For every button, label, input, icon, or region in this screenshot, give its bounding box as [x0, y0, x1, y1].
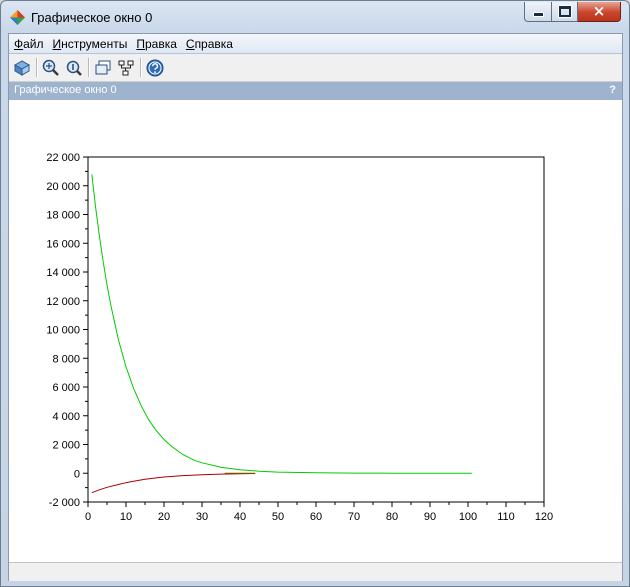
series-layer [91, 174, 472, 494]
y-tick-label: 6 000 [52, 382, 80, 394]
x-tick-label: 70 [348, 511, 360, 523]
maximize-button[interactable] [552, 2, 578, 22]
window-controls: × [524, 2, 621, 22]
x-tick-label: 0 [85, 511, 91, 523]
graphic-panel-header: Графическое окно 0 ? [9, 82, 622, 100]
line-chart: -2 000 0 2 000 4 000 6 000 8 000 10 000 12 000 1… [46, 152, 553, 523]
y-tick-label: -2 000 [49, 497, 80, 509]
x-tick-label: 100 [459, 511, 477, 523]
menu-edit-label: равка [144, 36, 177, 51]
data-tip-icon [118, 60, 134, 75]
close-button[interactable]: × [578, 2, 621, 22]
menu-file-label: айл [23, 36, 44, 51]
axes-editor-icon [95, 60, 111, 74]
zoom-fit-button[interactable] [63, 57, 85, 78]
menu-help[interactable]: Справка [181, 37, 237, 51]
help-icon [146, 59, 164, 76]
panel-help-icon[interactable]: ? [609, 84, 616, 96]
y-tick-label: 14 000 [46, 267, 80, 279]
toolbar-separator [140, 58, 142, 77]
window-client-area: Файл Инструменты Правка Справка Графичес… [8, 33, 623, 581]
y-tick-label: 20 000 [46, 181, 80, 193]
axes-editor-button[interactable] [92, 57, 114, 78]
y-tick-label: 18 000 [46, 210, 80, 222]
menu-file-accel: Ф [14, 36, 24, 51]
menu-bar: Файл Инструменты Правка Справка [9, 34, 622, 54]
data-tip-button[interactable] [115, 57, 137, 78]
x-tick-label: 40 [234, 511, 246, 523]
x-tick-label: 50 [272, 511, 284, 523]
x-tick-label: 110 [497, 511, 515, 523]
close-icon: × [592, 2, 606, 20]
help-button[interactable] [144, 57, 166, 78]
x-tick-label: 20 [158, 511, 170, 523]
title-bar[interactable]: Графическое окно 0 × [1, 1, 629, 33]
toolbar [9, 54, 622, 82]
panel-title: Графическое окно 0 [14, 84, 117, 96]
x-tick-label: 90 [424, 511, 436, 523]
y-axis-ticks: -2 000 0 2 000 4 000 6 000 8 000 10 000 12 000 1… [46, 152, 88, 509]
x-axis-ticks: 0 10 20 30 40 50 60 70 80 90 100 110 120 [85, 502, 553, 523]
y-tick-label: 2 000 [52, 440, 80, 452]
menu-tools-label: нструменты [61, 36, 128, 51]
menu-help-accel: С [185, 36, 195, 51]
menu-tools[interactable]: Инструменты [48, 37, 132, 51]
zoom-in-button[interactable] [40, 57, 62, 78]
axes-frame [87, 156, 545, 503]
window-title: Графическое окно 0 [31, 10, 153, 25]
toolbar-separator [88, 58, 90, 77]
zoom-fit-icon [66, 60, 82, 76]
status-bar [9, 562, 622, 581]
y-tick-label: 12 000 [46, 296, 80, 308]
minimize-button[interactable] [524, 2, 552, 22]
series-line-2 [91, 473, 256, 494]
y-tick-label: 22 000 [46, 152, 80, 164]
menu-help-label: правка [194, 36, 233, 51]
series-line-1 [91, 174, 472, 474]
x-tick-label: 120 [535, 511, 553, 523]
x-tick-label: 80 [386, 511, 398, 523]
y-tick-label: 4 000 [52, 411, 80, 423]
graphic-window: Графическое окно 0 × Файл Инструменты Пр… [0, 0, 630, 587]
plot-canvas[interactable]: -2 000 0 2 000 4 000 6 000 8 000 10 000 12 000 1… [9, 100, 622, 562]
x-tick-label: 60 [310, 511, 322, 523]
y-tick-label: 16 000 [46, 238, 80, 250]
toolbar-separator [36, 58, 38, 77]
menu-tools-accel: И [52, 36, 62, 51]
x-tick-label: 10 [120, 511, 132, 523]
maximize-icon [557, 5, 572, 18]
minimize-icon [532, 12, 544, 17]
y-tick-label: 0 [74, 468, 80, 480]
y-tick-label: 10 000 [46, 325, 80, 337]
menu-edit[interactable]: Правка [131, 37, 181, 51]
scilab-app-icon [10, 10, 25, 25]
menu-edit-accel: П [136, 36, 145, 51]
rotate-icon [13, 59, 31, 76]
rotate-button[interactable] [11, 57, 33, 78]
x-tick-label: 30 [196, 511, 208, 523]
zoom-in-icon [42, 59, 59, 76]
menu-file[interactable]: Файл [9, 37, 48, 51]
y-tick-label: 8 000 [52, 353, 80, 365]
